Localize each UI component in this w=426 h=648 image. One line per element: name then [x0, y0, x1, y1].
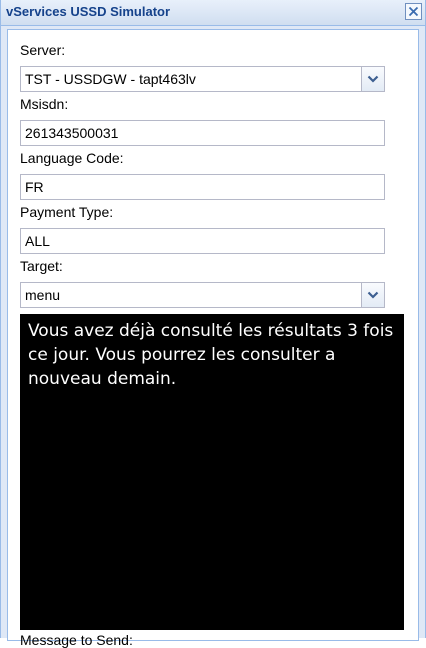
msisdn-input[interactable]: 261343500031	[20, 120, 385, 146]
server-select[interactable]: TST - USSDGW - tapt463lv	[20, 66, 385, 92]
payment-type-label: Payment Type:	[20, 204, 114, 220]
window-title: vServices USSD Simulator	[6, 4, 171, 19]
target-select[interactable]: menu	[20, 282, 385, 308]
chevron-down-icon	[367, 291, 379, 299]
ussd-response-screen: Vous avez déjà consulté les résultats 3 …	[20, 314, 404, 630]
language-code-label: Language Code:	[20, 150, 124, 166]
ussd-simulator-window: vServices USSD Simulator Server: TST - U…	[0, 0, 426, 648]
payment-type-input[interactable]: ALL	[20, 228, 385, 254]
msisdn-label: Msisdn:	[20, 96, 69, 112]
target-dropdown-button[interactable]	[361, 283, 384, 307]
target-value: menu	[25, 287, 61, 303]
language-code-input[interactable]: FR	[20, 174, 385, 200]
server-value: TST - USSDGW - tapt463lv	[25, 71, 196, 87]
server-dropdown-button[interactable]	[361, 67, 384, 91]
close-icon	[408, 6, 419, 17]
window-titlebar[interactable]: vServices USSD Simulator	[1, 0, 425, 26]
server-label: Server:	[20, 42, 66, 58]
form-panel: Server: TST - USSDGW - tapt463lv Msisdn:…	[7, 29, 419, 648]
message-to-send-label: Message to Send:	[20, 632, 133, 648]
target-label: Target:	[20, 258, 63, 274]
chevron-down-icon	[367, 75, 379, 83]
close-button[interactable]	[405, 3, 422, 20]
ussd-response-text: Vous avez déjà consulté les résultats 3 …	[28, 321, 394, 389]
